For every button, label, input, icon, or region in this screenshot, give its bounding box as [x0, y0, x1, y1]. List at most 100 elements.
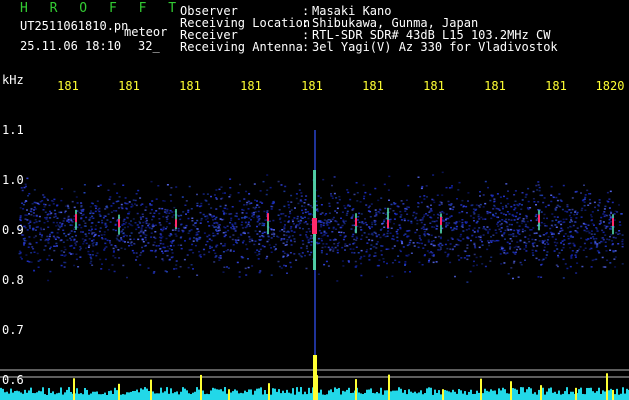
floor-bar — [534, 392, 536, 400]
noise-pixel — [23, 242, 26, 244]
noise-pixel — [347, 260, 350, 262]
noise-pixel — [606, 259, 609, 261]
noise-pixel — [570, 234, 573, 237]
noise-pixel — [618, 230, 621, 232]
noise-pixel — [171, 216, 174, 218]
noise-pixel — [433, 214, 435, 216]
noise-pixel — [128, 201, 131, 203]
noise-pixel — [590, 214, 592, 216]
noise-pixel — [85, 247, 87, 249]
noise-pixel — [552, 232, 555, 235]
noise-pixel — [604, 234, 607, 236]
noise-pixel — [283, 252, 286, 254]
noise-pixel — [421, 242, 423, 245]
noise-pixel — [561, 240, 564, 242]
noise-pixel — [516, 229, 518, 231]
noise-pixel — [474, 245, 476, 247]
floor-bar — [290, 393, 292, 400]
noise-pixel — [425, 228, 428, 231]
noise-pixel — [135, 252, 138, 254]
noise-pixel — [60, 188, 63, 190]
noise-pixel — [581, 207, 584, 210]
noise-pixel — [273, 229, 275, 231]
noise-pixel — [281, 229, 284, 231]
noise-pixel — [43, 228, 45, 231]
noise-pixel — [305, 234, 307, 236]
noise-pixel — [220, 186, 223, 188]
noise-pixel — [91, 228, 93, 230]
noise-pixel — [91, 243, 94, 245]
noise-pixel — [432, 240, 435, 242]
noise-pixel — [410, 220, 413, 223]
noise-pixel — [448, 222, 451, 224]
noise-pixel — [345, 214, 348, 216]
noise-pixel — [101, 222, 104, 224]
noise-pixel — [19, 215, 22, 217]
noise-pixel — [537, 276, 540, 278]
floor-bar — [66, 389, 68, 400]
noise-pixel — [593, 258, 596, 261]
spike-bar — [200, 374, 202, 400]
noise-pixel — [398, 261, 401, 263]
noise-pixel — [466, 255, 469, 257]
noise-pixel — [453, 245, 456, 248]
noise-pixel — [212, 219, 214, 221]
noise-pixel — [416, 219, 419, 222]
noise-pixel — [543, 217, 545, 220]
noise-pixel — [371, 239, 374, 242]
floor-bar — [84, 387, 86, 400]
noise-pixel — [403, 218, 406, 220]
noise-pixel — [139, 235, 142, 237]
noise-pixel — [396, 229, 399, 231]
noise-pixel — [436, 194, 439, 196]
noise-pixel — [169, 194, 172, 196]
noise-pixel — [480, 216, 483, 219]
noise-pixel — [209, 247, 212, 249]
noise-pixel — [289, 252, 292, 254]
noise-pixel — [593, 233, 596, 235]
noise-pixel — [284, 244, 287, 246]
noise-pixel — [257, 210, 260, 213]
noise-pixel — [231, 206, 234, 208]
noise-pixel — [67, 215, 70, 218]
noise-pixel — [307, 211, 309, 213]
noise-pixel — [226, 208, 229, 210]
floor-bar — [216, 389, 218, 400]
noise-pixel — [614, 266, 617, 268]
floor-bar — [168, 393, 170, 400]
noise-pixel — [256, 249, 259, 251]
noise-pixel — [406, 235, 409, 237]
noise-pixel — [614, 237, 617, 239]
noise-pixel — [449, 216, 452, 218]
noise-pixel — [458, 181, 461, 184]
noise-pixel — [37, 266, 40, 268]
noise-pixel — [471, 204, 474, 206]
noise-pixel — [321, 235, 324, 237]
noise-pixel — [89, 216, 92, 219]
noise-pixel — [36, 252, 39, 255]
noise-pixel — [171, 240, 174, 242]
noise-pixel — [408, 243, 411, 246]
noise-pixel — [139, 197, 142, 199]
noise-pixel — [368, 205, 371, 207]
floor-bar — [546, 391, 548, 400]
spike-bar — [150, 379, 152, 400]
info-sep: : — [302, 40, 310, 54]
noise-pixel — [192, 224, 195, 226]
noise-pixel — [461, 210, 464, 213]
noise-pixel — [92, 239, 95, 241]
noise-pixel — [609, 227, 611, 230]
noise-pixel — [144, 244, 147, 247]
noise-pixel — [593, 201, 596, 204]
noise-pixel — [196, 233, 199, 236]
noise-pixel — [459, 240, 462, 242]
noise-pixel — [513, 194, 516, 196]
noise-pixel — [528, 234, 531, 237]
noise-pixel — [345, 245, 348, 247]
noise-pixel — [580, 237, 583, 239]
echo-head — [538, 214, 540, 223]
noise-pixel — [381, 245, 384, 247]
noise-pixel — [175, 260, 178, 262]
noise-pixel — [299, 254, 302, 257]
noise-pixel — [180, 224, 182, 226]
